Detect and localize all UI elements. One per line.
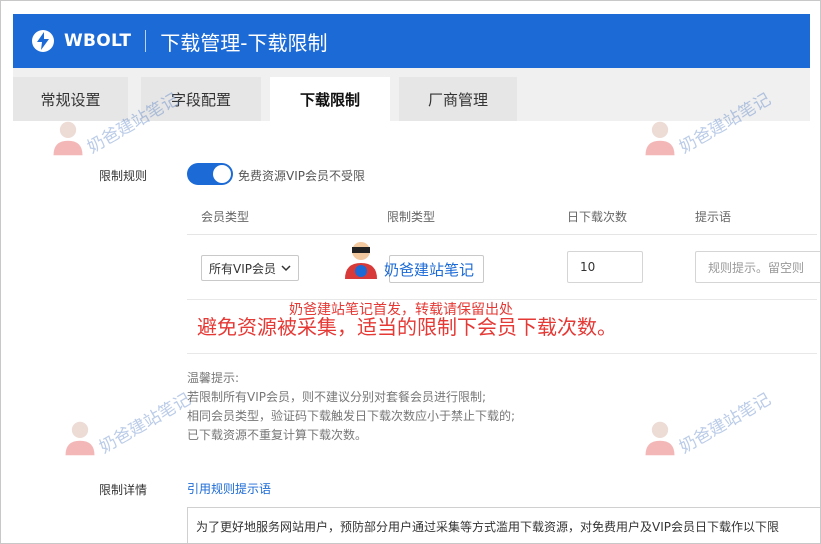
detail-label: 限制详情 (99, 483, 148, 497)
col-limit-type: 限制类型 (387, 210, 436, 224)
daily-count-input[interactable]: 10 (567, 251, 643, 283)
lightning-bolt-icon (32, 30, 54, 52)
watermark-mascot-icon (53, 121, 83, 156)
app-header: WBOLT 下载管理-下载限制 (13, 14, 810, 68)
brand-name: WBOLT (64, 31, 132, 51)
toggle-knob (213, 165, 231, 183)
daily-count-value: 10 (580, 260, 596, 274)
watermark-mascot-icon (65, 421, 95, 456)
page-title: 下载管理-下载限制 (160, 30, 328, 55)
vip-exempt-toggle[interactable] (187, 163, 233, 185)
quote-rule-tip-link[interactable]: 引用规则提示语 (187, 480, 271, 497)
browser-frame: WBOLT 下载管理-下载限制 常规设置 字段配置 下载限制 厂商管理 限制规则… (0, 0, 821, 544)
center-watermark: 奶爸建站笔记 (384, 261, 475, 279)
mascot-icon (345, 242, 377, 279)
logo: WBOLT (31, 29, 131, 53)
annotation-text: 避免资源被采集，适当的限制下会员下载次数。 (197, 315, 617, 339)
tip-placeholder: 规则提示。留空则 (708, 260, 805, 275)
tab-general[interactable]: 常规设置 (13, 77, 128, 121)
detail-textarea[interactable]: 为了更好地服务网站用户，预防部分用户通过采集等方式滥用下载资源，对免费用户及VI… (187, 507, 820, 543)
member-type-value: 所有VIP会员 (209, 261, 276, 276)
tips-title: 温馨提示: (187, 371, 240, 385)
col-tip: 提示语 (695, 210, 732, 224)
tip-line-3: 已下载资源不重复计算下载次数。 (187, 428, 368, 442)
watermark-mascot-icon (645, 121, 675, 156)
tip-input[interactable]: 规则提示。留空则 (695, 251, 820, 283)
rules-table-header: 会员类型 限制类型 日下载次数 提示语 (187, 196, 817, 235)
section-divider (187, 353, 817, 354)
col-member-type: 会员类型 (201, 210, 250, 224)
tips-block: 温馨提示: 若限制所有VIP会员，则不建议分别对套餐会员进行限制; 相同会员类型… (187, 369, 515, 445)
detail-text: 为了更好地服务网站用户，预防部分用户通过采集等方式滥用下载资源，对免费用户及VI… (196, 520, 779, 534)
tab-download-limit[interactable]: 下载限制 (270, 77, 390, 121)
rules-label: 限制规则 (99, 169, 148, 183)
header-divider (145, 30, 147, 52)
member-type-select[interactable]: 所有VIP会员 (201, 255, 299, 281)
tip-line-2: 相同会员类型，验证码下载触发日下载次数应小于禁止下载的; (187, 409, 516, 423)
col-daily-count: 日下载次数 (567, 210, 628, 224)
tip-line-1: 若限制所有VIP会员，则不建议分别对套餐会员进行限制; (187, 390, 487, 404)
tab-vendors[interactable]: 厂商管理 (399, 77, 517, 121)
chevron-down-icon (281, 265, 291, 272)
watermark-mascot-icon (645, 421, 675, 456)
toggle-label: 免费资源VIP会员不受限 (238, 169, 365, 183)
